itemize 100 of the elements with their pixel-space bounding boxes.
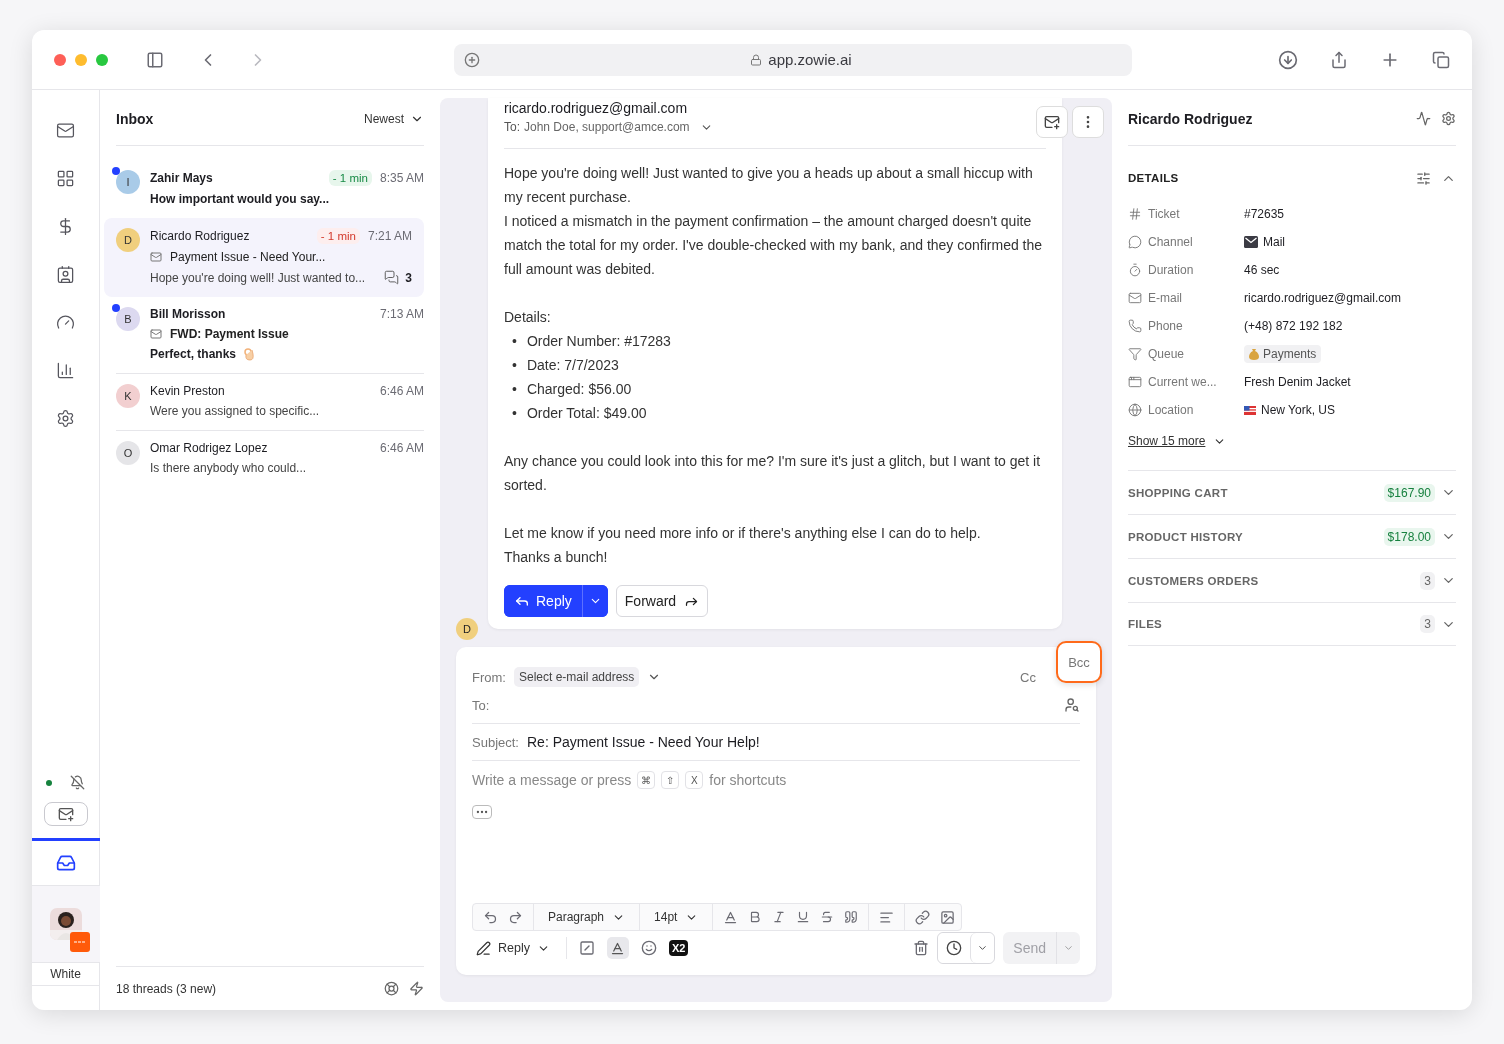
quote-icon[interactable] <box>844 910 859 924</box>
delete-icon[interactable] <box>913 940 930 956</box>
plus-circle-icon[interactable] <box>464 51 480 68</box>
image-icon[interactable] <box>940 909 956 925</box>
sender-name: Zahir Mays <box>150 171 214 185</box>
mail-icon <box>1244 236 1258 248</box>
chat-bubble-icon <box>1128 235 1142 249</box>
status-badge-icon <box>69 932 90 952</box>
message-field[interactable]: Write a message or press ⌘ ⇧ X for shortcuts <box>472 771 1080 789</box>
text-color-icon[interactable] <box>723 909 739 925</box>
flag-icon <box>1244 405 1256 415</box>
undo-icon[interactable] <box>483 909 498 925</box>
phone-icon <box>1128 319 1142 333</box>
to-label: To: <box>472 697 490 713</box>
chat-icon <box>384 270 400 285</box>
strikethrough-icon[interactable] <box>820 910 835 924</box>
lifebuoy-icon[interactable] <box>384 981 399 996</box>
field-label: Queue <box>1148 347 1185 361</box>
mail-icon <box>150 251 162 263</box>
list-item: Order Total: $49.00 <box>526 404 647 423</box>
count-badge: 3 <box>1420 615 1435 633</box>
thread-item[interactable]: D Ricardo Rodriguez - 1 min 7:21 AM Payment Issue - Need Your... Hope you're doing well! Just wanted to... 3 <box>104 218 424 297</box>
subject-field[interactable]: Re: Payment Issue - Need Your Help! <box>527 734 760 750</box>
inbox-title: Inbox <box>116 110 154 127</box>
sidebar-toggle-icon[interactable] <box>146 50 164 69</box>
field-value: #72635 <box>1244 207 1286 221</box>
window-icon <box>1128 375 1142 389</box>
thread-time: 7:13 AM <box>379 307 424 321</box>
timer-icon <box>1128 263 1142 277</box>
cc-button[interactable]: Cc <box>1020 669 1036 685</box>
show-more-link[interactable]: Show 15 more <box>1128 434 1456 448</box>
list-item: Charged: $56.00 <box>526 380 632 399</box>
underline-icon[interactable] <box>796 910 811 924</box>
tabs-icon[interactable] <box>1432 49 1450 70</box>
paragraph-dropdown[interactable]: Paragraph <box>544 910 630 924</box>
x2-button[interactable]: X2 <box>668 940 689 956</box>
avatar: I <box>116 170 140 194</box>
mail-icon <box>150 328 162 340</box>
share-icon[interactable] <box>1330 49 1348 70</box>
bell-off-icon[interactable] <box>70 775 85 790</box>
font-size-dropdown[interactable]: 14pt <box>650 910 703 924</box>
thread-preview: Were you assigned to specific... <box>150 404 320 418</box>
bcc-button[interactable]: Bcc <box>1056 641 1102 683</box>
thread-time: 6:46 AM <box>379 384 424 398</box>
keyboard-key: ⇧ <box>661 771 680 789</box>
download-icon[interactable] <box>1278 49 1298 70</box>
emoji-icon[interactable] <box>640 940 657 956</box>
slash-command-icon[interactable] <box>578 940 595 956</box>
user-search-icon[interactable] <box>1064 697 1080 713</box>
from-select[interactable]: Select e-mail address <box>513 667 640 687</box>
text-style-button[interactable] <box>606 937 629 959</box>
field-value: 46 sec <box>1244 263 1281 277</box>
mark-unread-button[interactable] <box>1036 106 1068 138</box>
amount-badge: $178.00 <box>1383 527 1435 546</box>
thread-item[interactable]: B Bill Morisson 7:13 AM FWD: Payment Issue Perfect, thanks <box>116 297 424 374</box>
section-title: PRODUCT HISTORY <box>1128 530 1245 543</box>
bold-icon[interactable] <box>748 910 763 924</box>
pencil-icon <box>476 940 491 956</box>
field-label: Ticket <box>1148 207 1180 221</box>
thread-preview: Is there anybody who could... <box>150 461 307 475</box>
reply-mode-dropdown[interactable]: Reply <box>472 940 554 956</box>
message-text: Any chance you could look into this for me? I'm sure it's just a glitch, but I want to get it sorted. <box>504 452 1042 495</box>
thread-item[interactable]: O Omar Rodrigez Lopez 6:46 AM Is there anybody who could... <box>116 431 424 487</box>
more-options-button[interactable] <box>472 805 492 819</box>
thread-time: 7:21 AM <box>367 229 412 243</box>
queue-tag: Payments <box>1244 345 1322 363</box>
thread-item[interactable]: K Kevin Preston 6:46 AM Were you assigned to specific... <box>116 374 424 431</box>
avatar: O <box>116 441 140 465</box>
field-value: Mail <box>1263 235 1285 249</box>
sort-dropdown[interactable]: Newest <box>364 111 424 126</box>
settings-icon[interactable] <box>1441 111 1456 126</box>
section-title: CUSTOMERS ORDERS <box>1128 574 1260 587</box>
align-left-icon[interactable] <box>879 909 895 925</box>
from-label: From: <box>472 669 506 685</box>
italic-icon[interactable] <box>772 910 787 924</box>
field-label: Phone <box>1148 319 1183 333</box>
count-badge: 3 <box>1420 571 1435 590</box>
activity-icon[interactable] <box>1416 111 1431 126</box>
field-label: Location <box>1148 403 1194 417</box>
message-text: Let me know if you need more info or if there's anything else I can do to help. <box>504 524 982 543</box>
section-title: SHOPPING CART <box>1128 486 1229 499</box>
sliders-icon[interactable] <box>1416 170 1431 186</box>
keyboard-key: X <box>685 771 704 789</box>
reply-options-button[interactable] <box>581 585 608 617</box>
field-label: Channel <box>1148 235 1193 249</box>
user-label: White <box>32 962 100 986</box>
list-bullet: • <box>512 356 517 375</box>
link-icon[interactable] <box>915 909 931 925</box>
field-value: New York, US <box>1261 403 1336 417</box>
lightning-icon[interactable] <box>409 981 424 996</box>
redo-icon[interactable] <box>508 909 523 925</box>
money-bag-icon <box>1249 348 1259 360</box>
recipients: John Doe, support@amce.com <box>524 120 690 134</box>
close-window-icon[interactable] <box>54 53 66 66</box>
thread-item[interactable]: I Zahir Mays - 1 min 8:35 AM How important would you say... <box>116 160 424 218</box>
field-value: ricardo.rodriguez@gmail.com <box>1244 291 1402 305</box>
forward-button[interactable]: Forward <box>615 585 709 617</box>
address-bar[interactable]: app.zowie.ai <box>454 43 1132 76</box>
new-mail-button[interactable] <box>43 802 88 826</box>
funnel-icon <box>1128 347 1142 361</box>
